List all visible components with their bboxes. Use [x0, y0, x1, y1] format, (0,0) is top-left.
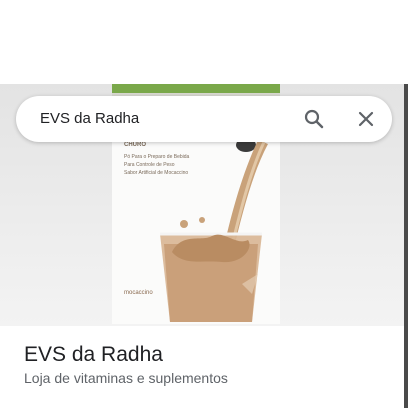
- scroll-edge: [404, 84, 408, 408]
- search-icon[interactable]: [302, 107, 326, 131]
- place-category: Loja de vitaminas e suplementos: [24, 370, 228, 386]
- place-info-panel: EVS da Radha Loja de vitaminas e supleme…: [0, 326, 404, 408]
- search-input[interactable]: EVS da Radha: [40, 110, 139, 127]
- place-title: EVS da Radha: [24, 343, 163, 366]
- top-blank-area: [0, 0, 408, 84]
- flavor-label: mocaccino: [124, 290, 153, 296]
- search-bar[interactable]: EVS da Radha: [16, 96, 392, 142]
- close-icon[interactable]: [354, 107, 378, 131]
- can-lid: [112, 84, 280, 93]
